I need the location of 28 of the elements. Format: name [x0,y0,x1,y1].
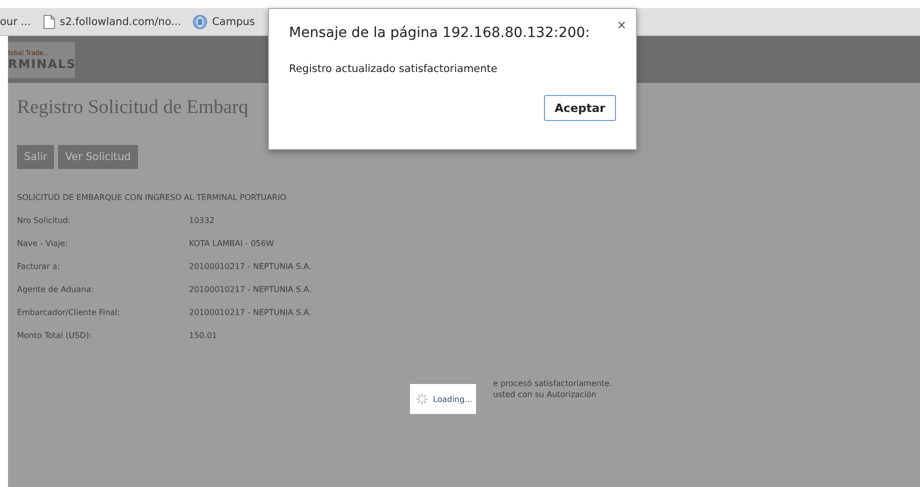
page-title: Registro Solicitud de Embarq [17,97,248,119]
field-label: Nave - Viaje: [17,238,69,250]
field-value: 20100010217 - NEPTUNIA S.A. [189,284,312,296]
spinner-icon [416,393,428,405]
globe-icon [193,14,208,28]
field-value: 20100010217 - NEPTUNIA S.A. [189,307,312,319]
bookmark-link[interactable]: our ... [0,14,31,30]
field-label: Facturar a: [17,261,61,273]
loading-text: Loading... [433,394,472,404]
field-value: 150.01 [189,330,217,342]
dialog-title: Mensaje de la página 192.168.80.132:200: [289,25,591,41]
field-label: Nro Solicitud: [17,215,72,227]
dialog-message: Registro actualizado satisfactoriamente [289,63,498,75]
field-label: Agente de Aduana: [17,284,95,296]
close-button[interactable]: × [617,17,626,34]
field-label: Embarcador/Cliente Final: [17,307,121,319]
status-text: usted con su Autorización [493,389,598,400]
field-label: Monto Total (USD): [17,330,93,342]
field-value: KOTA LAMBAI - 056W [189,238,274,250]
document-icon [42,14,55,28]
status-text: e procesó satisfactoriamente. [493,378,614,389]
bookmark-link[interactable]: s2.followland.com/no... [60,14,182,30]
accept-button[interactable]: Aceptar [544,95,616,121]
section-heading: SOLICITUD DE EMBARQUE CON INGRESO AL TERMINAL PORTUARIO [17,192,288,204]
logo-name: RMINALS [8,56,75,70]
field-value: 20100010217 - NEPTUNIA S.A. [189,261,312,273]
field-value: 10332 [189,215,214,227]
bookmark-link[interactable]: Campus [212,14,255,30]
